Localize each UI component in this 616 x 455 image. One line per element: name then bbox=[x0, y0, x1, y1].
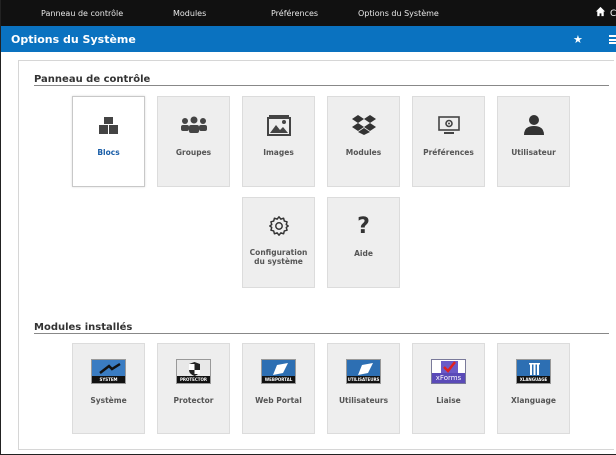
menu-item-system-options[interactable]: Options du Système bbox=[358, 9, 439, 18]
tile-label: Blocs bbox=[97, 148, 120, 157]
hamburger-menu-icon[interactable] bbox=[609, 35, 616, 44]
section-divider bbox=[34, 85, 609, 86]
title-bar: Options du Système ★ bbox=[1, 26, 616, 52]
tile-label: Protector bbox=[173, 396, 214, 405]
module-tile-utilisateurs[interactable]: UTILISATEURS Utilisateurs bbox=[327, 343, 400, 434]
tile-groupes[interactable]: Groupes bbox=[157, 96, 230, 187]
tile-configuration[interactable]: Configuration du système bbox=[242, 197, 315, 288]
tile-modules[interactable]: Modules bbox=[327, 96, 400, 187]
page-title: Options du Système bbox=[11, 33, 136, 46]
tile-utilisateur[interactable]: Utilisateur bbox=[497, 96, 570, 187]
section-divider bbox=[34, 333, 609, 334]
menu-item-preferences[interactable]: Préférences bbox=[271, 9, 318, 18]
module-tile-xlanguage[interactable]: XLANGUAGE Xlanguage bbox=[497, 343, 570, 434]
module-badge-text: WEBPORTAL bbox=[262, 375, 295, 383]
webportal-module-logo-icon: WEBPORTAL bbox=[243, 358, 314, 384]
top-menu-bar: Panneau de contrôle Modules Préférences … bbox=[1, 0, 616, 26]
tile-preferences[interactable]: Préférences bbox=[412, 96, 485, 187]
tile-label: Groupes bbox=[175, 148, 212, 157]
dropbox-modules-icon bbox=[328, 111, 399, 139]
tile-label: Aide bbox=[354, 249, 373, 258]
tile-label: Préférences bbox=[423, 148, 474, 157]
users-module-logo-icon: UTILISATEURS bbox=[328, 358, 399, 384]
tile-label: Modules bbox=[345, 148, 382, 157]
system-module-logo-icon: SYSTEM bbox=[73, 358, 144, 384]
module-tile-protector[interactable]: PROTECTOR Protector bbox=[157, 343, 230, 434]
module-badge-text: UTILISATEURS bbox=[347, 375, 380, 383]
content-panel: Panneau de contrôle Blocs Groupes Images… bbox=[18, 60, 614, 450]
users-group-icon bbox=[158, 111, 229, 139]
module-badge-text: PROTECTOR bbox=[177, 375, 210, 383]
star-icon[interactable]: ★ bbox=[573, 33, 583, 46]
tile-images[interactable]: Images bbox=[242, 96, 315, 187]
module-badge-text: XLANGUAGE bbox=[517, 375, 550, 383]
module-tile-liaise[interactable]: xForms Liaise bbox=[412, 343, 485, 434]
module-badge-text: xForms bbox=[432, 372, 465, 383]
tile-label: Images bbox=[263, 148, 294, 157]
tile-label: Liaise bbox=[436, 396, 461, 405]
module-badge-text: SYSTEM bbox=[92, 375, 125, 383]
gear-icon bbox=[243, 212, 314, 240]
tile-label: Xlanguage bbox=[511, 396, 556, 405]
tile-label: Configuration du système bbox=[249, 248, 308, 266]
xforms-module-logo-icon: xForms bbox=[413, 358, 484, 384]
image-icon bbox=[243, 111, 314, 139]
module-tile-web-portal[interactable]: WEBPORTAL Web Portal bbox=[242, 343, 315, 434]
tile-aide[interactable]: ? Aide bbox=[327, 197, 400, 288]
tile-label: Utilisateurs bbox=[338, 396, 389, 405]
tile-label: Système bbox=[90, 396, 127, 405]
xlanguage-module-logo-icon: XLANGUAGE bbox=[498, 358, 569, 384]
menu-item-control-panel[interactable]: Panneau de contrôle bbox=[41, 9, 123, 18]
monitor-settings-icon bbox=[413, 111, 484, 139]
tile-blocs[interactable]: Blocs bbox=[72, 96, 145, 187]
question-icon: ? bbox=[357, 213, 370, 239]
section-title-control-panel: Panneau de contrôle bbox=[34, 74, 151, 85]
blocks-icon bbox=[73, 111, 144, 139]
menu-item-modules[interactable]: Modules bbox=[173, 9, 206, 18]
module-tile-systeme[interactable]: SYSTEM Système bbox=[72, 343, 145, 434]
tile-label: Utilisateur bbox=[511, 148, 556, 157]
protector-module-logo-icon: PROTECTOR bbox=[158, 358, 229, 384]
tile-label: Web Portal bbox=[255, 396, 302, 405]
app-window: Panneau de contrôle Modules Préférences … bbox=[0, 0, 616, 455]
menu-item-truncated[interactable]: C bbox=[610, 9, 616, 19]
section-title-installed-modules: Modules installés bbox=[34, 322, 133, 333]
user-icon bbox=[498, 111, 569, 139]
